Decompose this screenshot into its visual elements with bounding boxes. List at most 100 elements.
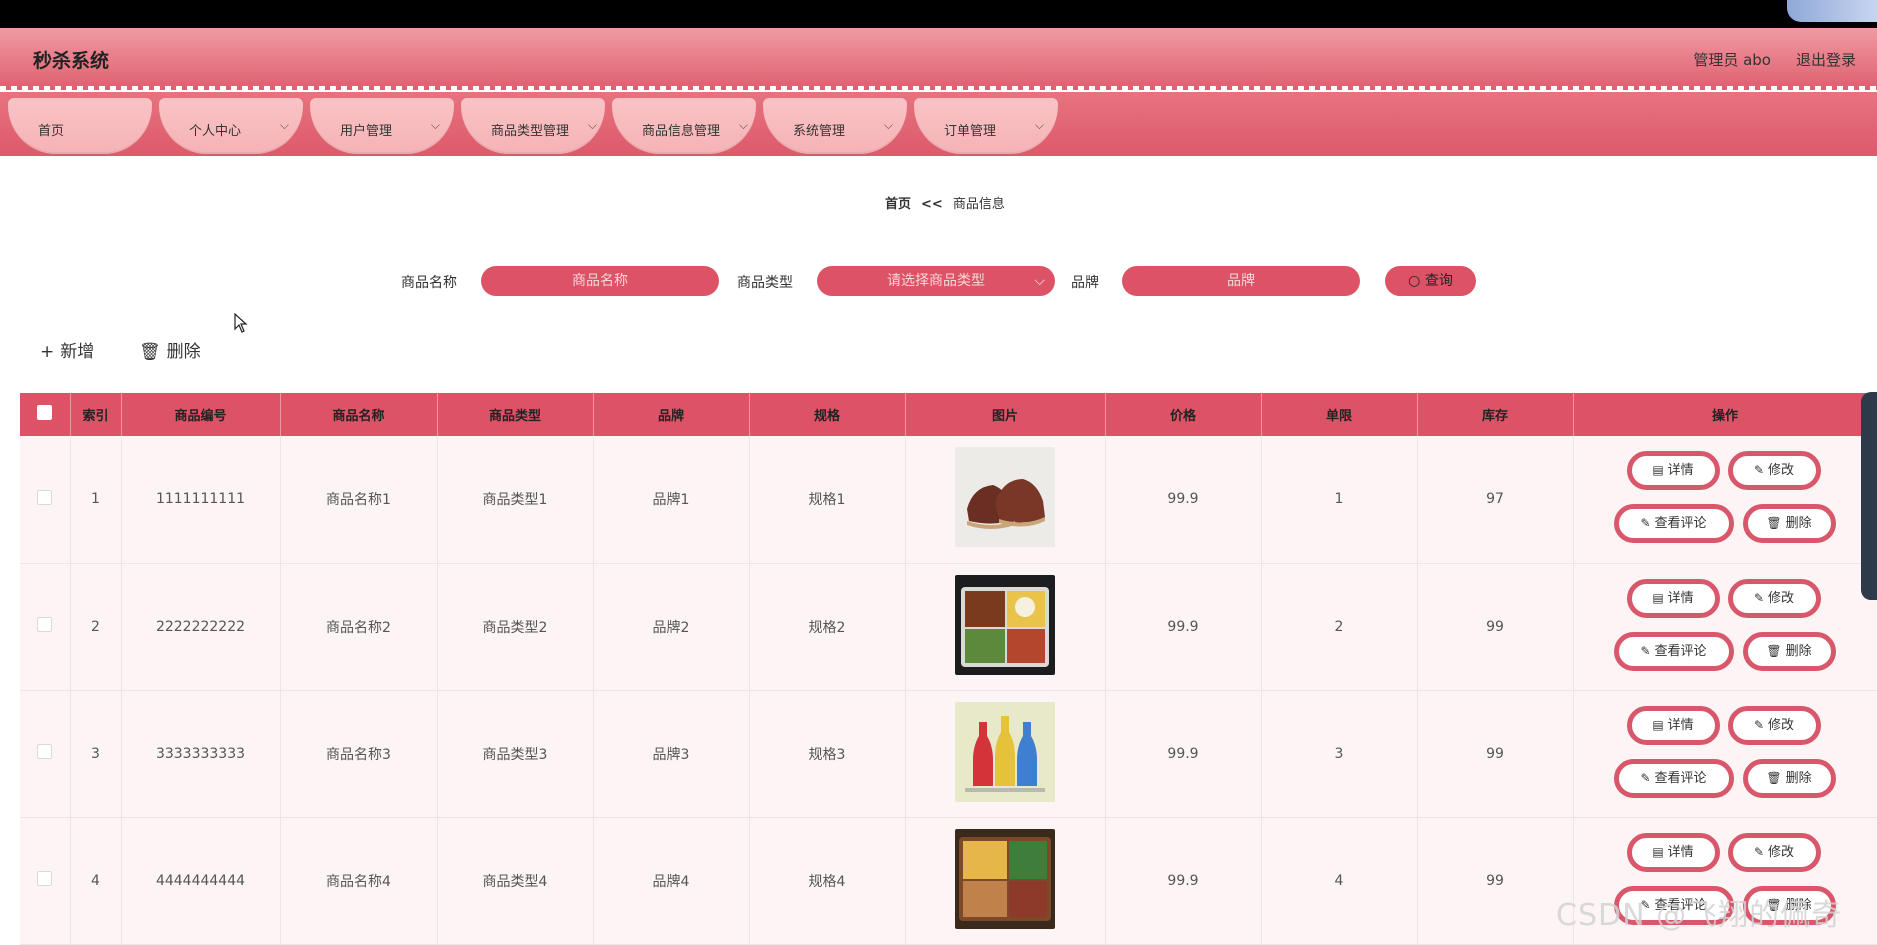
table-row: 3 3333333333 商品名称3 商品类型3 品牌3 规格3 99.9 3 …	[20, 690, 1877, 818]
table-header-row: 索引 商品编号 商品名称 商品类型 品牌 规格 图片 价格 单限 库存 操作	[20, 393, 1877, 436]
spec-cell: 规格1	[749, 436, 906, 564]
edit-button[interactable]: ✎ 修改	[1727, 832, 1821, 872]
column-header: 品牌	[593, 393, 750, 436]
brand-input[interactable]: 品牌	[1122, 266, 1360, 296]
name-cell: 商品名称1	[280, 436, 438, 564]
row-checkbox[interactable]	[37, 744, 53, 759]
breadcrumb-current: 商品信息	[952, 197, 1005, 212]
spec-cell: 规格2	[749, 563, 906, 691]
nav-label: 用户管理	[340, 124, 393, 139]
detail-button[interactable]: ▤ 详情	[1626, 451, 1720, 491]
document-icon: ▤	[1652, 844, 1664, 859]
edit-label: 修改	[1768, 844, 1795, 860]
nav-item-system-management[interactable]: 系统管理 ⌵	[763, 98, 907, 154]
index-cell: 3	[70, 690, 122, 818]
row-select-cell	[20, 436, 71, 564]
table-row: 1 1111111111 商品名称1 商品类型1 品牌1 规格1 99.9 1 …	[20, 436, 1877, 564]
code-cell: 2222222222	[121, 563, 281, 691]
product-name-input[interactable]: 商品名称	[481, 266, 719, 296]
product-image-food-tray[interactable]	[955, 828, 1055, 929]
product-type-select[interactable]: 请选择商品类型 ⌵	[817, 266, 1055, 296]
column-header: 商品编号	[121, 393, 281, 436]
nav-item-user-management[interactable]: 用户管理 ⌵	[310, 98, 454, 154]
column-header: 商品名称	[280, 393, 438, 436]
product-image-bento[interactable]	[955, 574, 1055, 675]
edit-icon: ✎	[1753, 463, 1765, 478]
chevron-down-icon: ⌵	[738, 118, 748, 132]
add-button[interactable]: + 新增	[40, 337, 94, 362]
mouse-cursor-icon	[234, 313, 248, 333]
brand-cell: 品牌2	[593, 563, 750, 691]
detail-label: 详情	[1667, 463, 1694, 479]
detail-button[interactable]: ▤ 详情	[1626, 578, 1720, 618]
edit-button[interactable]: ✎ 修改	[1727, 578, 1821, 618]
detail-button[interactable]: ▤ 详情	[1626, 705, 1720, 745]
view-comments-button[interactable]: ✎ 查看评论	[1613, 758, 1734, 798]
breadcrumb-home[interactable]: 首页	[885, 197, 911, 212]
image-cell	[905, 690, 1106, 818]
plus-icon: +	[40, 342, 55, 362]
delete-button[interactable]: 🗑 删除	[1742, 631, 1836, 671]
trash-icon: 🗑	[1766, 643, 1782, 658]
price-cell: 99.9	[1105, 436, 1262, 564]
edit-label: 修改	[1768, 717, 1795, 733]
nav-label: 首页	[38, 124, 65, 139]
product-image-shoes[interactable]	[955, 447, 1055, 548]
name-cell: 商品名称3	[280, 690, 438, 818]
nav-label: 商品类型管理	[491, 124, 570, 139]
edit-button[interactable]: ✎ 修改	[1727, 705, 1821, 745]
type-cell: 商品类型1	[437, 436, 594, 564]
name-cell: 商品名称2	[280, 563, 438, 691]
detail-button[interactable]: ▤ 详情	[1626, 832, 1720, 872]
nav-item-product-info-management[interactable]: 商品信息管理 ⌵	[612, 98, 756, 154]
row-checkbox[interactable]	[37, 617, 53, 632]
delete-button[interactable]: 🗑 删除	[1742, 504, 1836, 544]
view-comments-button[interactable]: ✎ 查看评论	[1613, 631, 1734, 671]
brand-cell: 品牌3	[593, 690, 750, 818]
product-type-label: 商品类型	[737, 275, 793, 291]
brand-cell: 品牌4	[593, 817, 750, 945]
nav-item-personal-center[interactable]: 个人中心 ⌵	[159, 98, 303, 154]
nav-item-home[interactable]: 首页	[8, 98, 152, 154]
type-cell: 商品类型2	[437, 563, 594, 691]
code-cell: 4444444444	[121, 817, 281, 945]
query-button[interactable]: ○ 查询	[1385, 266, 1476, 296]
product-image-bottles[interactable]	[955, 701, 1055, 802]
chevron-down-icon: ⌵	[279, 118, 289, 132]
side-panel-handle[interactable]	[1861, 392, 1877, 600]
chevron-down-icon: ⌵	[430, 118, 440, 132]
nav-item-order-management[interactable]: 订单管理 ⌵	[914, 98, 1058, 154]
price-cell: 99.9	[1105, 563, 1262, 691]
document-icon: ▤	[1652, 590, 1664, 605]
code-cell: 1111111111	[121, 436, 281, 564]
brand-cell: 品牌1	[593, 436, 750, 564]
edit-button[interactable]: ✎ 修改	[1727, 451, 1821, 491]
csdn-watermark: CSDN @飞翔的佩奇	[1556, 898, 1843, 933]
limit-cell: 1	[1261, 436, 1418, 564]
index-cell: 1	[70, 436, 122, 564]
limit-cell: 4	[1261, 817, 1418, 945]
column-header: 商品类型	[437, 393, 594, 436]
nav-label: 商品信息管理	[642, 124, 721, 139]
delete-button[interactable]: 🗑 删除	[1742, 758, 1836, 798]
select-all-checkbox[interactable]	[37, 405, 53, 420]
edit-icon: ✎	[1753, 717, 1765, 732]
limit-cell: 2	[1261, 563, 1418, 691]
type-cell: 商品类型4	[437, 817, 594, 945]
bulk-delete-button[interactable]: 🗑 删除	[139, 337, 201, 362]
add-label: 新增	[60, 342, 95, 362]
logout-link[interactable]: 退出登录	[1796, 49, 1856, 70]
corner-widget	[1787, 0, 1877, 22]
stock-cell: 99	[1417, 690, 1574, 818]
edit-icon: ✎	[1753, 590, 1765, 605]
view-comments-button[interactable]: ✎ 查看评论	[1613, 504, 1734, 544]
column-header: 单限	[1261, 393, 1418, 436]
app-title: 秒杀系统	[33, 50, 110, 72]
image-cell	[905, 817, 1106, 945]
row-checkbox[interactable]	[37, 871, 53, 886]
delete-label: 删除	[1785, 770, 1812, 786]
detail-label: 详情	[1667, 844, 1694, 860]
document-icon: ▤	[1652, 463, 1664, 478]
nav-item-product-type-management[interactable]: 商品类型管理 ⌵	[461, 98, 605, 154]
row-checkbox[interactable]	[37, 489, 53, 505]
